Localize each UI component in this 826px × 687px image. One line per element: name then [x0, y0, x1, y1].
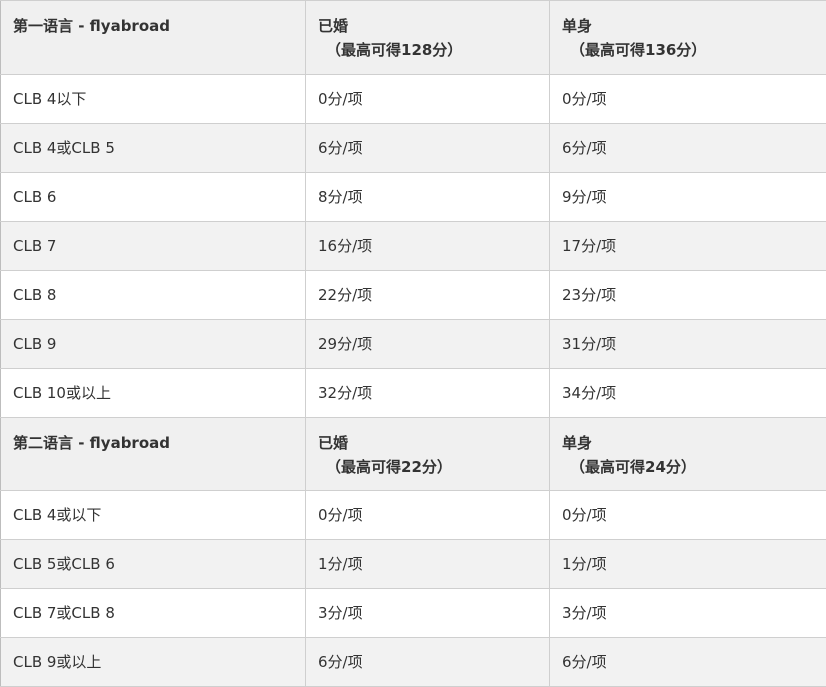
header-second-language: 第二语言 - flyabroad — [0, 417, 306, 491]
clb-level-cell: CLB 10或以上 — [0, 368, 306, 418]
table-row: CLB 7 16分/项 17分/项 — [0, 221, 826, 271]
header-single-max: （最高可得136分） — [570, 41, 707, 59]
single-points-cell: 6分/项 — [549, 637, 826, 687]
married-points-cell: 3分/项 — [305, 588, 550, 638]
married-points-cell: 1分/项 — [305, 539, 550, 589]
table-header-row: 第二语言 - flyabroad 已婚 （最高可得22分） 单身 （最高可得24… — [0, 417, 826, 491]
header-married-max: （最高可得128分） — [326, 41, 463, 59]
married-points-cell: 29分/项 — [305, 319, 550, 369]
clb-level-cell: CLB 4或CLB 5 — [0, 123, 306, 173]
table-row: CLB 9 29分/项 31分/项 — [0, 319, 826, 369]
header-married-title: 已婚 — [318, 434, 349, 452]
single-points-cell: 0分/项 — [549, 490, 826, 540]
married-points-cell: 0分/项 — [305, 490, 550, 540]
clb-level-cell: CLB 4以下 — [0, 74, 306, 124]
header-married-max: （最高可得22分） — [326, 458, 452, 476]
married-points-cell: 0分/项 — [305, 74, 550, 124]
single-points-cell: 3分/项 — [549, 588, 826, 638]
table-row: CLB 10或以上 32分/项 34分/项 — [0, 368, 826, 418]
table-row: CLB 7或CLB 8 3分/项 3分/项 — [0, 588, 826, 638]
clb-level-cell: CLB 7 — [0, 221, 306, 271]
clb-level-cell: CLB 4或以下 — [0, 490, 306, 540]
table-row: CLB 8 22分/项 23分/项 — [0, 270, 826, 320]
table-row: CLB 4以下 0分/项 0分/项 — [0, 74, 826, 124]
table-row: CLB 6 8分/项 9分/项 — [0, 172, 826, 222]
table-header-row: 第一语言 - flyabroad 已婚 （最高可得128分） 单身 （最高可得1… — [0, 0, 826, 75]
header-married: 已婚 （最高可得22分） — [305, 417, 550, 491]
single-points-cell: 1分/项 — [549, 539, 826, 589]
table-row: CLB 9或以上 6分/项 6分/项 — [0, 637, 826, 687]
clb-level-cell: CLB 6 — [0, 172, 306, 222]
single-points-cell: 31分/项 — [549, 319, 826, 369]
table-row: CLB 4或CLB 5 6分/项 6分/项 — [0, 123, 826, 173]
header-married: 已婚 （最高可得128分） — [305, 0, 550, 75]
clb-level-cell: CLB 5或CLB 6 — [0, 539, 306, 589]
single-points-cell: 17分/项 — [549, 221, 826, 271]
header-first-language: 第一语言 - flyabroad — [0, 0, 306, 75]
table-row: CLB 4或以下 0分/项 0分/项 — [0, 490, 826, 540]
single-points-cell: 9分/项 — [549, 172, 826, 222]
single-points-cell: 0分/项 — [549, 74, 826, 124]
header-married-title: 已婚 — [318, 17, 349, 35]
married-points-cell: 6分/项 — [305, 637, 550, 687]
single-points-cell: 6分/项 — [549, 123, 826, 173]
header-single-title: 单身 — [562, 17, 593, 35]
married-points-cell: 8分/项 — [305, 172, 550, 222]
single-points-cell: 34分/项 — [549, 368, 826, 418]
header-single-max: （最高可得24分） — [570, 458, 696, 476]
single-points-cell: 23分/项 — [549, 270, 826, 320]
clb-level-cell: CLB 7或CLB 8 — [0, 588, 306, 638]
header-single-title: 单身 — [562, 434, 593, 452]
married-points-cell: 22分/项 — [305, 270, 550, 320]
clb-level-cell: CLB 8 — [0, 270, 306, 320]
clb-level-cell: CLB 9 — [0, 319, 306, 369]
language-points-table: 第一语言 - flyabroad 已婚 （最高可得128分） 单身 （最高可得1… — [0, 0, 826, 687]
clb-level-cell: CLB 9或以上 — [0, 637, 306, 687]
header-single: 单身 （最高可得24分） — [549, 417, 826, 491]
header-single: 单身 （最高可得136分） — [549, 0, 826, 75]
married-points-cell: 6分/项 — [305, 123, 550, 173]
married-points-cell: 32分/项 — [305, 368, 550, 418]
married-points-cell: 16分/项 — [305, 221, 550, 271]
table-row: CLB 5或CLB 6 1分/项 1分/项 — [0, 539, 826, 589]
